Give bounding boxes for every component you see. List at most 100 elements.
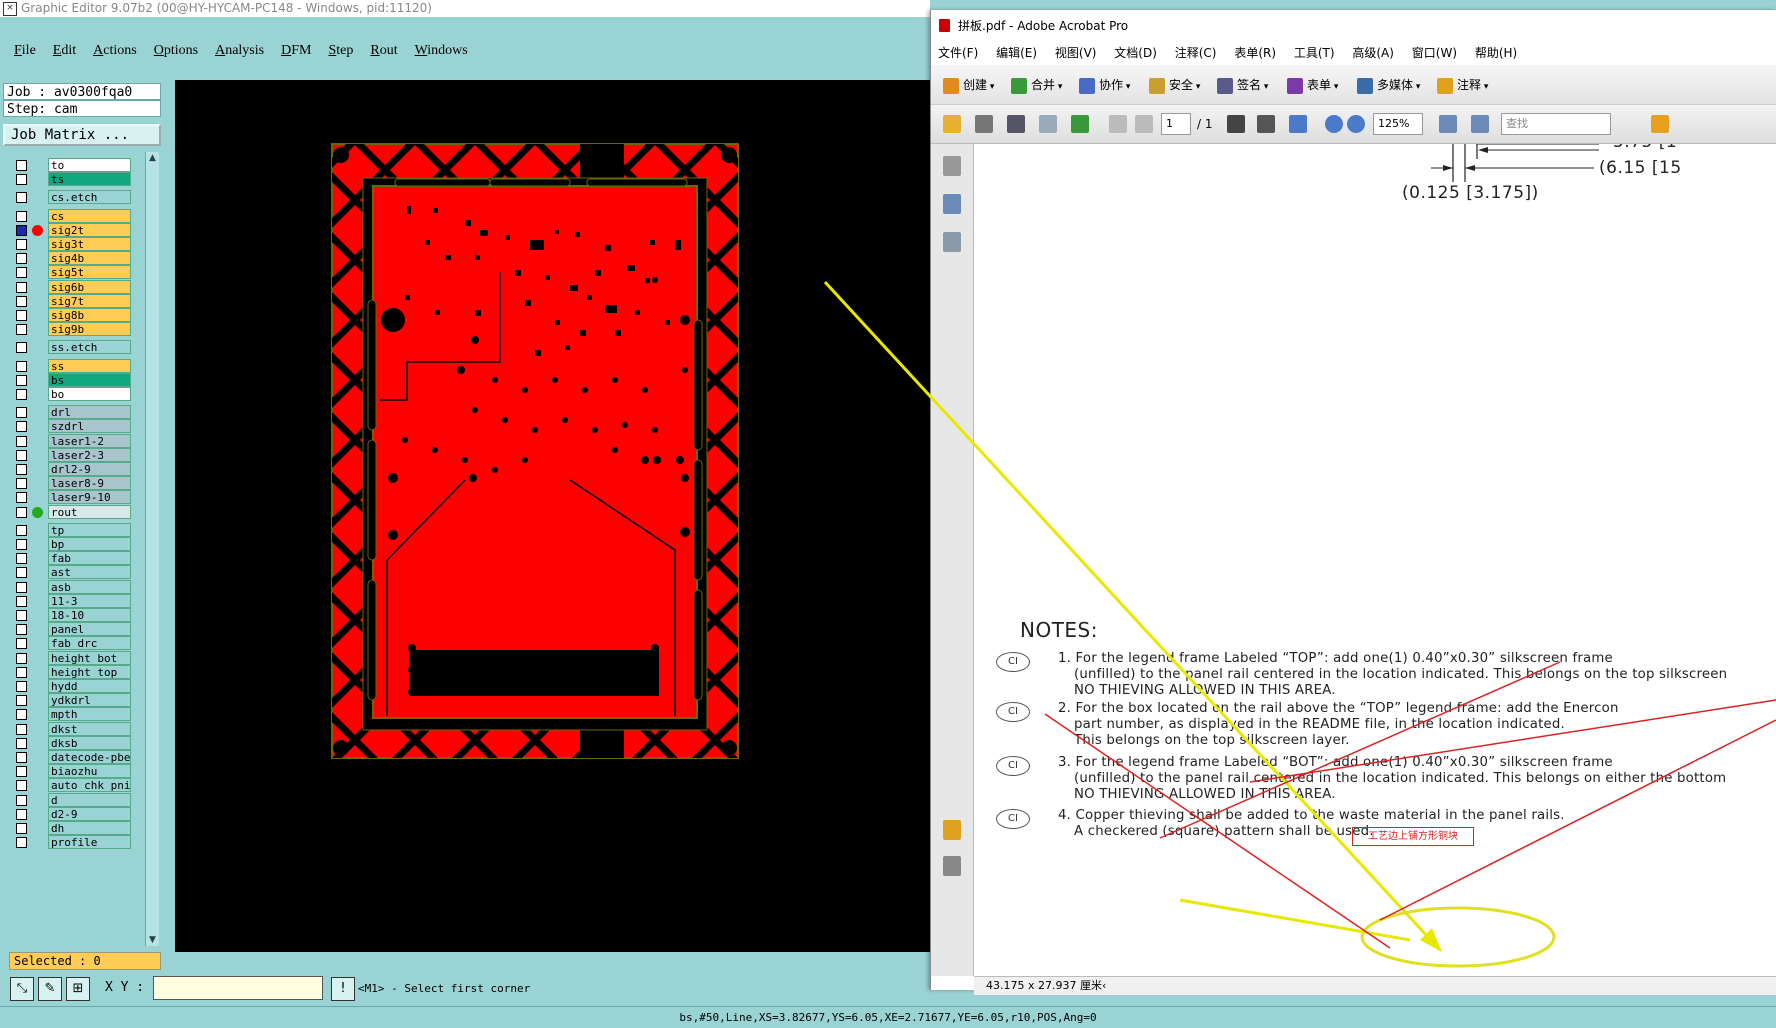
layer-row[interactable]: rout [13,504,131,520]
layer-checkbox[interactable] [16,524,27,536]
layer-checkbox[interactable] [16,766,27,778]
layer-checkbox[interactable] [16,723,27,735]
layer-row[interactable]: panel [13,622,131,637]
layer-name[interactable]: sig3t [48,237,131,251]
menu-windows[interactable]: Windows [415,43,468,59]
layer-name[interactable]: mpth [48,707,131,722]
comments-pane-icon[interactable] [943,820,961,840]
layer-name[interactable]: ss [48,358,131,373]
layer-checkbox[interactable] [16,794,27,806]
layer-checkbox[interactable] [16,295,27,307]
scroll-up-icon[interactable]: ▲ [147,153,158,163]
layer-name[interactable]: sig5t [48,265,131,280]
acro-menu-forms[interactable]: 表单(R) [1234,46,1276,60]
layer-name[interactable]: fab_drc [48,636,131,651]
layer-row[interactable]: bp [13,537,131,552]
toolbar-comment-button[interactable]: 注释 ▾ [1437,75,1488,95]
layer-name[interactable]: dh [48,821,131,835]
layer-name[interactable]: laser1-2 [48,433,131,448]
layer-name[interactable]: d [48,792,131,807]
layer-checkbox[interactable] [16,421,27,433]
tool-grid-icon[interactable]: ⊞ [66,977,90,1001]
menu-options[interactable]: Options [154,43,198,59]
toolbar-collaborate-button[interactable]: 协作 ▾ [1079,75,1130,95]
layer-row[interactable]: sig9b [13,322,131,337]
layer-row[interactable]: 11-3 [13,593,131,609]
fit-width-icon[interactable] [1471,115,1489,133]
layer-checkbox[interactable] [16,506,27,518]
layer-checkbox[interactable] [16,224,27,236]
layer-name[interactable]: laser2-3 [48,447,131,462]
layer-checkbox[interactable] [16,160,27,171]
layer-checkbox[interactable] [16,253,27,265]
layer-row[interactable]: 18-10 [13,608,131,623]
layer-name[interactable]: datecode-pbe [48,750,131,764]
tool-edit-icon[interactable]: ✎ [38,977,62,1001]
acro-menu-file[interactable]: 文件(F) [938,46,978,60]
layer-row[interactable]: szdrl [13,419,131,434]
layer-checkbox[interactable] [16,823,27,834]
menu-edit[interactable]: Edit [53,43,76,59]
upload-icon[interactable] [1071,115,1089,133]
layer-name[interactable]: bp [48,537,131,551]
layer-name[interactable]: laser8-9 [48,476,131,491]
layer-row[interactable]: asb [13,579,131,595]
menu-analysis[interactable]: Analysis [215,43,264,59]
layer-checkbox[interactable] [16,567,27,579]
layer-row[interactable]: cs [13,208,131,224]
layer-row[interactable]: laser1-2 [13,433,131,449]
layer-checkbox[interactable] [16,695,27,707]
bookmarks-icon[interactable] [943,194,961,214]
layer-checkbox[interactable] [16,342,27,354]
layer-checkbox[interactable] [16,407,27,419]
layer-name[interactable]: drl2-9 [48,462,131,476]
acro-menu-help[interactable]: 帮助(H) [1475,46,1517,60]
layer-row[interactable]: hydd [13,679,131,694]
toolbar-film-button[interactable]: 多媒体 ▾ [1357,75,1420,95]
layer-checkbox[interactable] [16,752,27,763]
layer-checkbox[interactable] [16,281,27,293]
layer-row[interactable]: ss.etch [13,340,131,355]
layer-name[interactable]: sig2t [48,222,131,237]
acro-menu-tools[interactable]: 工具(T) [1294,46,1335,60]
toolbar-pen-button[interactable]: 签名 ▾ [1217,75,1268,95]
acro-menu-window[interactable]: 窗口(W) [1412,46,1457,60]
layer-name[interactable]: profile [48,835,131,850]
layer-checkbox[interactable] [16,478,27,490]
layer-name[interactable]: panel [48,622,131,637]
layer-checkbox[interactable] [16,610,27,621]
layer-checkbox[interactable] [16,310,27,321]
layer-name[interactable]: szdrl [48,419,131,434]
layer-name[interactable]: auto_chk_pni [48,778,131,793]
pages-icon[interactable] [943,156,961,176]
layer-scrollbar[interactable]: ▲ ▼ [145,152,159,946]
email-icon[interactable] [1039,115,1057,133]
layer-name[interactable]: hydd [48,679,131,693]
pcb-canvas[interactable] [175,80,931,952]
menu-step[interactable]: Step [328,43,353,59]
layer-checkbox[interactable] [16,737,27,749]
layer-row[interactable]: bs [13,372,131,388]
layer-row[interactable]: ss [13,358,131,374]
layer-row[interactable]: profile [13,835,131,850]
save-icon[interactable] [1007,115,1025,133]
zoom-tool-icon[interactable] [1289,115,1307,133]
layer-row[interactable]: sig6b [13,279,131,295]
hand-tool-icon[interactable] [1257,115,1275,133]
layer-checkbox[interactable] [16,837,27,849]
highlight-pen-icon[interactable] [1651,115,1669,133]
layer-row[interactable]: auto_chk_pni [13,778,131,793]
layer-name[interactable]: asb [48,579,131,594]
layer-checkbox[interactable] [16,210,27,222]
menu-dfm[interactable]: DFM [281,43,311,59]
layer-name[interactable]: sig9b [48,322,131,337]
scroll-down-icon[interactable]: ▼ [147,935,158,945]
layer-checkbox[interactable] [16,449,27,461]
layer-checkbox[interactable] [16,239,27,250]
layer-name[interactable]: drl [48,405,131,420]
layer-name[interactable]: cs.etch [48,190,131,205]
print-icon[interactable] [975,115,993,133]
layer-row[interactable]: cs.etch [13,190,131,205]
layer-checkbox[interactable] [16,324,27,336]
layer-name[interactable]: biaozhu [48,764,131,779]
